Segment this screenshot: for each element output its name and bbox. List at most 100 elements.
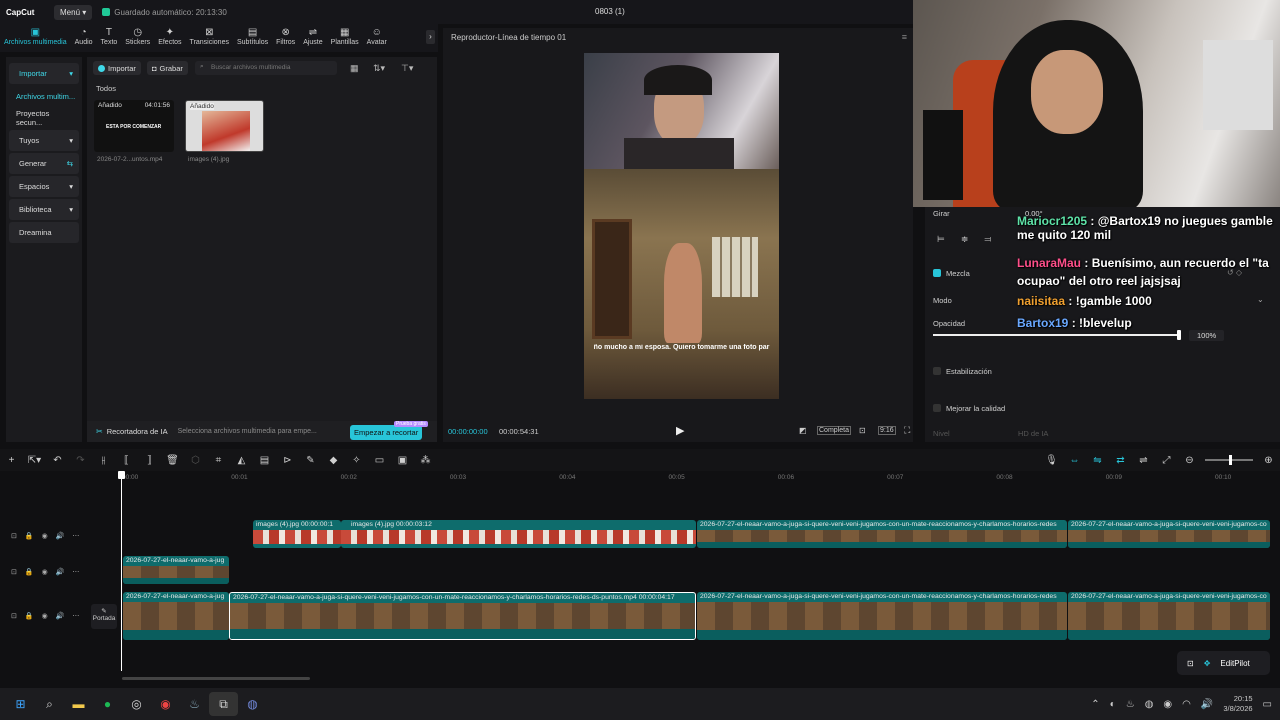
menu-icon[interactable]: ≡ <box>902 32 907 42</box>
video-clip[interactable]: 2026-07-27-el-neaar-vamo-a-juga-si-quere… <box>1068 592 1270 640</box>
ratio-button[interactable]: 9:16 <box>878 426 896 435</box>
image-clip[interactable]: images (4).jpg 00:00:03:12 <box>341 520 696 548</box>
tab-audio[interactable]: ◔ Audio <box>71 24 97 46</box>
tray-record-icon[interactable]: ◉ <box>1163 699 1172 710</box>
tray-app-icon[interactable]: ◐ <box>1110 699 1116 710</box>
editpilot-panel[interactable]: ⊡ ✥ EditPilot <box>1177 651 1270 675</box>
spotify-icon[interactable]: ● <box>93 692 122 716</box>
chevron-down-icon[interactable]: ⌄ <box>1257 295 1264 304</box>
volume-icon[interactable]: 🔊 <box>1201 699 1213 710</box>
microphone-icon[interactable]: 🎙 <box>1040 455 1063 466</box>
tray-steam-icon[interactable]: ♨ <box>1126 699 1135 710</box>
tab-archivos-multimedia[interactable]: ▣ Archivos multimedia <box>0 24 71 46</box>
video-clip[interactable]: 2026-07-27-el-neaar-vamo-a-jug <box>123 592 229 640</box>
pen-icon[interactable]: ✎ <box>299 455 322 466</box>
tab-transiciones[interactable]: ⊠ Transiciones <box>186 24 233 46</box>
tab-plantillas[interactable]: ▦ Plantillas <box>327 24 363 46</box>
wifi-icon[interactable]: ◠ <box>1182 699 1191 710</box>
delete-icon[interactable]: 🗑 <box>161 455 184 466</box>
blend-checkbox[interactable] <box>933 269 941 277</box>
fullscreen-icon[interactable]: ⛶ <box>904 425 910 436</box>
zoom-out-icon[interactable]: ⊖ <box>1178 455 1201 466</box>
track-controls[interactable]: ⊡ 🔒 ◉ 🔊 ⋯ <box>0 532 79 546</box>
align-buttons[interactable]: ⊨ ≑ ⫤ <box>937 234 991 245</box>
media-item[interactable]: Añadido 04:01:56 ESTA POR COMENZAR <box>94 100 174 152</box>
opacity-value[interactable]: 100% <box>1189 330 1225 341</box>
selected-video-clip[interactable]: 2026-07-27-el-neaar-vamo-a-juga-si-quere… <box>229 592 696 640</box>
filter-icon[interactable]: ⊤▾ <box>401 63 413 74</box>
audio-split-icon[interactable]: ⇌ <box>1132 455 1155 466</box>
start-trim-button[interactable]: Empezar a recortar <box>350 425 423 440</box>
sidebar-item-yours[interactable]: Tuyos ▾ <box>9 130 79 151</box>
subtitle-tool-icon[interactable]: ▭ <box>368 455 391 466</box>
steam-icon[interactable]: ♨ <box>180 692 209 716</box>
video-clip[interactable]: 2026-07-27-el-neaar-vamo-a-jug <box>123 556 229 584</box>
zoom-in-icon[interactable]: ⊕ <box>1257 455 1280 466</box>
tab-texto[interactable]: T Texto <box>97 24 122 46</box>
search-input[interactable]: ⌕ Buscar archivos multimedia <box>195 61 337 75</box>
redo-icon[interactable]: ↷ <box>69 455 92 466</box>
sidebar-item-media[interactable]: Archivos multim... <box>6 86 82 107</box>
record-button[interactable]: ◘ Grabar <box>147 61 188 75</box>
sidebar-item-secondary-projects[interactable]: Proyectos secun... <box>6 107 82 128</box>
sidebar-item-dreamina[interactable]: Dreamina <box>9 222 79 243</box>
tab-efectos[interactable]: ✦ Efectos <box>154 24 185 46</box>
caption-icon[interactable]: ▤ <box>253 455 276 466</box>
video-clip[interactable]: 2026-07-27-el-neaar-vamo-a-juga-si-quere… <box>1068 520 1270 548</box>
mask-icon[interactable]: ◭ <box>230 455 253 466</box>
opacity-slider-handle[interactable] <box>1177 330 1181 340</box>
tab-ajuste[interactable]: ⇌ Ajuste <box>299 24 326 46</box>
stabilize-checkbox[interactable] <box>933 367 941 375</box>
add-track-icon[interactable]: + <box>0 455 23 466</box>
split-left-icon[interactable]: ⟦ <box>115 455 138 466</box>
scroll-right-icon[interactable]: › <box>426 30 435 44</box>
play-icon[interactable]: ▶ <box>676 424 684 437</box>
zoom-fit-icon[interactable]: ⤢ <box>1155 455 1178 466</box>
media-item[interactable]: Añadido <box>185 100 264 152</box>
freeze-icon[interactable]: ⬡ <box>184 455 207 466</box>
tab-stickers[interactable]: ◷ Stickers <box>121 24 154 46</box>
image-tool-icon[interactable]: ▣ <box>391 455 414 466</box>
tab-avatar[interactable]: ☺ Avatar <box>363 24 391 46</box>
full-quality-button[interactable]: Completa <box>817 426 851 435</box>
chrome-icon[interactable]: ◉ <box>151 692 180 716</box>
video-clip[interactable]: 2026-07-27-el-neaar-vamo-a-juga-si-quere… <box>697 520 1067 548</box>
select-tool-icon[interactable]: ⇱▾ <box>23 455 46 466</box>
sidebar-item-spaces[interactable]: Espacios ▾ <box>9 176 79 197</box>
undo-icon[interactable]: ↶ <box>46 455 69 466</box>
timeline-scrollbar[interactable] <box>122 677 310 680</box>
keyframe-icon[interactable]: ◆ <box>322 455 345 466</box>
timeline-ruler[interactable]: 00:00 00:01 00:02 00:03 00:04 00:05 00:06 00:07… <box>122 471 1280 485</box>
capcut-icon[interactable]: ⧉ <box>209 692 238 716</box>
tab-filtros[interactable]: ⊗ Filtros <box>272 24 299 46</box>
opacity-slider[interactable] <box>933 334 1179 336</box>
search-icon[interactable]: ⌕ <box>35 692 64 716</box>
snapshot-icon[interactable]: ⊡ <box>859 426 866 435</box>
track-controls[interactable]: ⊡ 🔒 ◉ 🔊 ⋯ <box>0 568 79 582</box>
split-right-icon[interactable]: ⟧ <box>138 455 161 466</box>
sort-icon[interactable]: ⇅▾ <box>373 63 385 74</box>
split-icon[interactable]: ⫲ <box>92 455 115 466</box>
tray-chevron-icon[interactable]: ⌃ <box>1091 699 1099 710</box>
import-button[interactable]: Importar <box>93 61 141 75</box>
audio-tool-icon[interactable]: ⁂ <box>414 455 437 466</box>
discord-icon[interactable]: ◍ <box>238 692 267 716</box>
cover-button[interactable]: ✎ Portada <box>91 604 117 629</box>
snap-icon[interactable]: ⇋ <box>1086 455 1109 466</box>
tray-discord-icon[interactable]: ◍ <box>1145 699 1154 710</box>
magic-icon[interactable]: ✧ <box>345 455 368 466</box>
project-title[interactable]: 0803 (1) <box>595 7 625 16</box>
crop-icon[interactable]: ◩ <box>799 426 807 435</box>
file-explorer-icon[interactable]: ▬ <box>64 692 93 716</box>
preview-axis-icon[interactable]: ⇄ <box>1109 455 1132 466</box>
sidebar-item-import[interactable]: Importar ▾ <box>9 63 79 84</box>
enhance-checkbox[interactable] <box>933 404 941 412</box>
playhead[interactable] <box>121 471 122 671</box>
speed-icon[interactable]: ⊳ <box>276 455 299 466</box>
video-clip[interactable]: 2026-07-27-el-neaar-vamo-a-juga-si-quere… <box>697 592 1067 640</box>
windows-start-icon[interactable]: ⊞ <box>6 692 35 716</box>
notification-icon[interactable]: ▭ <box>1263 699 1272 710</box>
zoom-slider[interactable] <box>1205 455 1253 465</box>
clock[interactable]: 20:15 3/8/2026 <box>1223 694 1252 714</box>
sidebar-item-generate[interactable]: Generar ⇆ <box>9 153 79 174</box>
